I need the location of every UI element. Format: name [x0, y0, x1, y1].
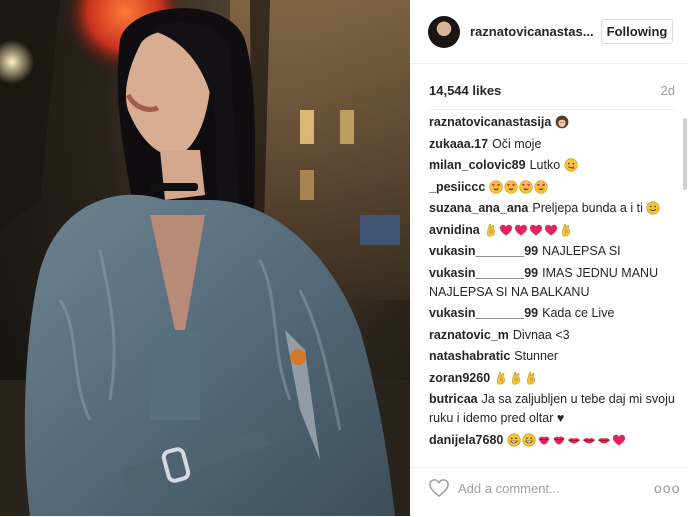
- following-button[interactable]: Following: [601, 19, 673, 44]
- ok-hand-emoji-icon: [512, 371, 521, 385]
- more-options-icon[interactable]: ooo: [654, 480, 680, 496]
- comment-item: avnidina: [429, 221, 675, 240]
- post-header: raznatovicanastas... Following: [410, 0, 688, 64]
- heart-eyes-emoji-icon: [534, 179, 548, 194]
- comment-username[interactable]: zukaaa.17: [429, 137, 488, 151]
- likes-row: 14,544 likes 2d: [429, 82, 675, 100]
- yum-emoji-icon: [564, 158, 578, 172]
- comment-username[interactable]: suzana_ana_ana: [429, 201, 528, 215]
- post-age[interactable]: 2d: [661, 83, 675, 98]
- comment-username[interactable]: vukasin_______99: [429, 306, 538, 320]
- ok-hand-emoji-icon: [527, 371, 536, 385]
- comment-username[interactable]: raznatovicanastasija: [429, 115, 551, 129]
- like-heart-icon[interactable]: [428, 478, 450, 498]
- author-username[interactable]: raznatovicanastas...: [470, 24, 594, 39]
- grin-emoji-icon: [522, 432, 536, 447]
- avatar[interactable]: [428, 16, 460, 48]
- ok-hand-emoji-icon: [561, 223, 570, 237]
- comment-username[interactable]: milan_colovic89: [429, 158, 526, 172]
- comment-item: vukasin_______99 NAJLEPSA SI: [429, 242, 675, 261]
- comment-text: Divnaa <3: [512, 327, 570, 342]
- comment-item: zukaaa.17 Oči moje: [429, 135, 675, 154]
- add-comment-input[interactable]: [458, 478, 638, 498]
- heart-emoji-icon: [544, 224, 557, 235]
- comment-item: suzana_ana_ana Preljepa bunda a i ti: [429, 199, 675, 218]
- comment-username[interactable]: _pesiiccc: [429, 180, 485, 194]
- heart-eyes-emoji-icon: [519, 179, 533, 194]
- kiss-emoji-icon: [553, 436, 565, 444]
- ok-hand-emoji-icon: [486, 223, 495, 237]
- grin-emoji-icon: [507, 432, 521, 447]
- comment-text: Stunner: [514, 349, 559, 363]
- likes-count[interactable]: 14,544 likes: [429, 83, 501, 98]
- comment-text: Kada ce Live: [542, 306, 615, 320]
- comment-username[interactable]: raznatovic_m: [429, 328, 509, 342]
- comments-scrollbar[interactable]: [683, 118, 687, 190]
- comment-text: NAJLEPSA SI: [542, 244, 621, 258]
- comment-footer: ooo: [410, 467, 688, 517]
- lips-emoji-icon: [583, 437, 596, 443]
- heart-emoji-icon: [499, 224, 512, 235]
- woman-emoji-icon: [555, 115, 569, 129]
- smile-emoji-icon: [646, 201, 660, 215]
- comment-text: Oči moje: [492, 136, 542, 151]
- comment-text: Lutko: [529, 158, 561, 172]
- comment-username[interactable]: danijela7680: [429, 433, 503, 447]
- kiss-emoji-icon: [538, 436, 550, 444]
- comment-username[interactable]: vukasin_______99: [429, 244, 538, 258]
- heart-eyes-emoji-icon: [504, 179, 518, 194]
- post-photo-art: [0, 0, 410, 516]
- comment-item: milan_colovic89 Lutko: [429, 156, 675, 175]
- comment-item: butricaa Ja sa zaljubljen u tebe daj mi s…: [429, 390, 675, 428]
- comment-username[interactable]: vukasin_______99: [429, 266, 538, 280]
- comment-username[interactable]: avnidina: [429, 223, 480, 237]
- comment-item: natashabratic Stunner: [429, 347, 675, 366]
- comment-item: vukasin_______99 IMAS JEDNU MANU NAJLEPSA…: [429, 264, 675, 302]
- comment-item: raznatovic_m Divnaa <3: [429, 326, 675, 345]
- comment-item: danijela7680: [429, 431, 675, 450]
- comment-item: _pesiiccc: [429, 178, 675, 197]
- comment-text: Preljepa bunda a i ti: [532, 201, 643, 215]
- lips-emoji-icon: [568, 437, 581, 443]
- comment-item: vukasin_______99 Kada ce Live: [429, 304, 675, 323]
- post-photo[interactable]: [0, 0, 410, 516]
- lips-emoji-icon: [598, 437, 611, 443]
- comments-list: raznatovicanastasija zukaaa.17 Oči moje mil…: [429, 113, 675, 457]
- heart-eyes-emoji-icon: [489, 179, 503, 194]
- ok-hand-emoji-icon: [497, 371, 506, 385]
- comment-username[interactable]: zoran9260: [429, 371, 490, 385]
- comment-username[interactable]: natashabratic: [429, 349, 510, 363]
- comment-item: raznatovicanastasija: [429, 113, 675, 132]
- comment-username[interactable]: butricaa: [429, 392, 478, 406]
- post-detail-panel: raznatovicanastas... Following 14,544 li…: [410, 0, 688, 516]
- heart-emoji-icon: [529, 224, 542, 235]
- divider: [429, 109, 675, 110]
- heart-emoji-icon: [514, 224, 527, 235]
- heart-emoji-icon: [613, 434, 626, 445]
- comment-item: zoran9260: [429, 369, 675, 388]
